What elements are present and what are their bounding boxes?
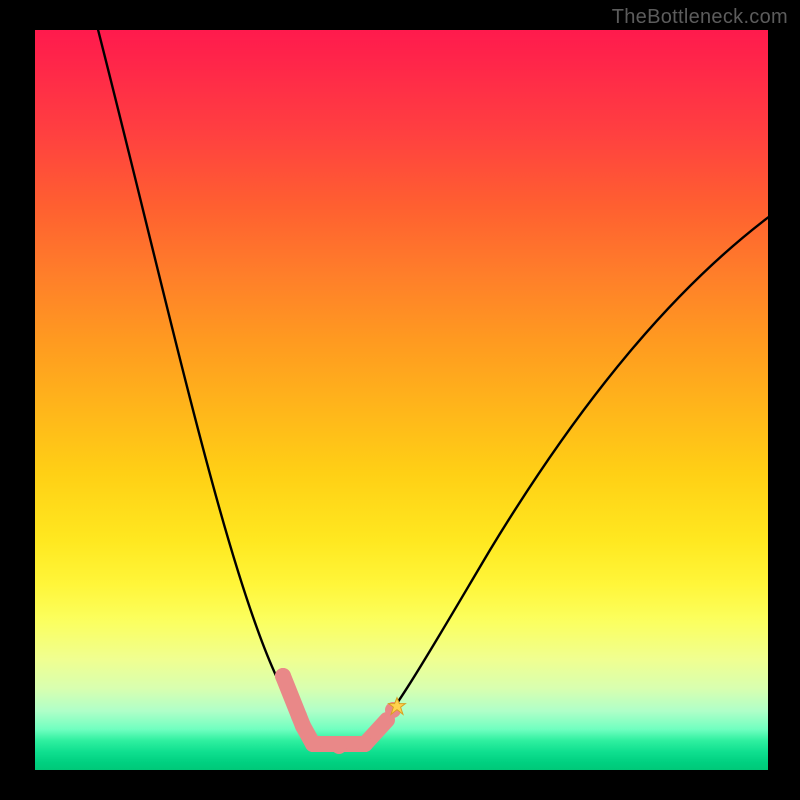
chart-frame: TheBottleneck.com [0, 0, 800, 800]
right-curve [365, 198, 768, 744]
marker-dot [305, 736, 321, 752]
watermark-text: TheBottleneck.com [612, 6, 788, 29]
marker-dot [331, 738, 347, 754]
left-curve [93, 30, 313, 744]
marker-dot [291, 708, 307, 724]
floor-markers [275, 668, 405, 754]
plot-area [35, 30, 768, 770]
marker-dot [357, 736, 373, 752]
marker-dot [275, 668, 291, 684]
curve-layer [35, 30, 768, 770]
